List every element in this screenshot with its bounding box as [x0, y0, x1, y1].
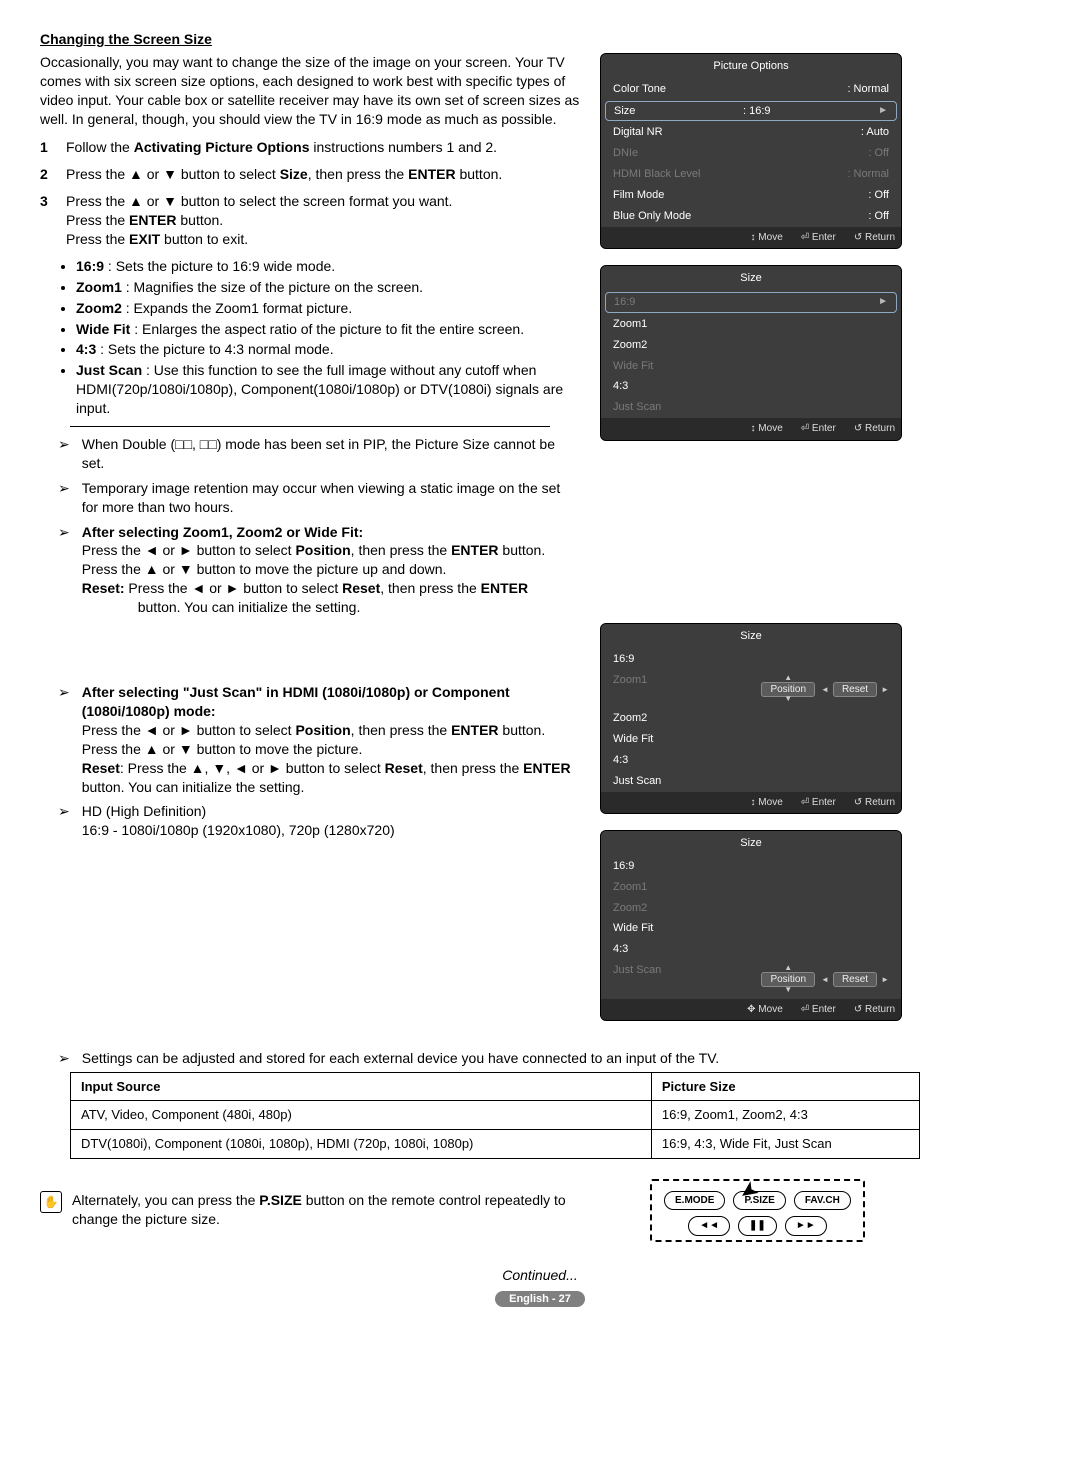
note-retention: Temporary image retention may occur when…	[40, 479, 580, 517]
intro-paragraph: Occasionally, you may want to change the…	[40, 53, 580, 129]
remote-diagram: E.MODE P.SIZE FAV.CH ◄◄ ❚❚ ►► ➤	[650, 1179, 865, 1242]
remote-rewind-button: ◄◄	[688, 1216, 730, 1236]
page-footer: English - 27	[40, 1288, 1040, 1307]
remote-emode-button: E.MODE	[664, 1191, 725, 1211]
separator	[70, 426, 550, 427]
osd-size-zoom-selected: Size 16:9 Zoom1 Position Reset Zoom2 Wid…	[600, 623, 902, 814]
remote-favch-button: FAV.CH	[794, 1191, 851, 1211]
step-3: 3 Press the ▲ or ▼ button to select the …	[40, 192, 580, 249]
note-zoom-widefit: After selecting Zoom1, Zoom2 or Wide Fit…	[40, 523, 580, 617]
osd-position-button[interactable]: Position	[761, 972, 815, 987]
section-heading: Changing the Screen Size	[40, 30, 1040, 49]
remote-pause-button: ❚❚	[738, 1216, 777, 1236]
continued-label: Continued...	[40, 1266, 1040, 1285]
step-2: 2 Press the ▲ or ▼ button to select Size…	[40, 165, 580, 184]
osd-picture-options: Picture Options Color Tone: Normal Size:…	[600, 53, 902, 249]
osd-size-justscan-selected: Size 16:9 Zoom1 Zoom2 Wide Fit 4:3 Just …	[600, 830, 902, 1021]
remote-icon: ✋	[40, 1191, 62, 1213]
osd-reset-button[interactable]: Reset	[833, 972, 877, 987]
remote-forward-button: ►►	[785, 1216, 827, 1236]
note-pip: When Double (□□, □□) mode has been set i…	[40, 435, 580, 473]
tip-psize: ✋ Alternately, you can press the P.SIZE …	[40, 1191, 600, 1229]
input-source-table: Input SourcePicture Size ATV, Video, Com…	[70, 1072, 920, 1159]
modes-list: 16:9 : Sets the picture to 16:9 wide mod…	[40, 257, 580, 418]
note-just-scan: After selecting "Just Scan" in HDMI (108…	[40, 683, 580, 796]
osd-reset-button[interactable]: Reset	[833, 682, 877, 697]
osd-position-button[interactable]: Position	[761, 682, 815, 697]
note-hd: HD (High Definition) 16:9 - 1080i/1080p …	[40, 802, 580, 840]
step-1: 1 Follow the Activating Picture Options …	[40, 138, 580, 157]
osd-size: Size 16:9 Zoom1 Zoom2 Wide Fit 4:3 Just …	[600, 265, 902, 440]
note-per-device: Settings can be adjusted and stored for …	[40, 1049, 1040, 1068]
